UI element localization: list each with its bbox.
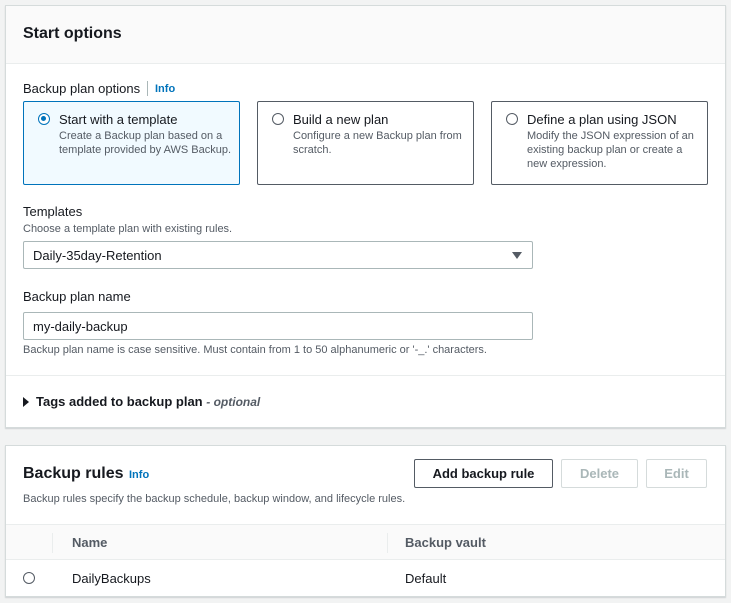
backup-plan-options-info-link[interactable]: Info — [155, 83, 175, 95]
plan-name-input[interactable] — [23, 312, 533, 340]
templates-select[interactable]: Daily-35day-Retention — [23, 241, 533, 269]
rule-vault-cell: Default — [405, 571, 447, 586]
column-header-vault[interactable]: Backup vault — [405, 535, 486, 550]
radio-define-plan-json[interactable] — [506, 113, 518, 125]
tile-build-new-plan[interactable]: Build a new plan Configure a new Backup … — [257, 101, 474, 185]
tile-title: Define a plan using JSON — [527, 112, 677, 127]
tags-expander[interactable]: Tags added to backup plan - optional — [23, 394, 260, 409]
backup-rules-panel: Backup rules Info Backup rules specify t… — [5, 445, 726, 597]
tile-title: Start with a template — [59, 112, 178, 127]
plan-name-hint: Backup plan name is case sensitive. Must… — [23, 344, 487, 356]
radio-start-with-template[interactable] — [38, 113, 50, 125]
table-header: Name Backup vault — [6, 524, 725, 560]
backup-rules-info-link[interactable]: Info — [129, 469, 149, 481]
start-options-header: Start options — [6, 6, 725, 64]
radio-build-new-plan[interactable] — [272, 113, 284, 125]
tags-label: Tags added to backup plan — [36, 394, 203, 409]
start-options-panel: Start options Backup plan options Info S… — [5, 5, 726, 428]
caret-right-icon — [23, 396, 29, 407]
caret-down-icon — [512, 252, 522, 259]
backup-plan-options-label: Backup plan options — [23, 81, 141, 96]
rule-name-cell: DailyBackups — [72, 571, 151, 586]
label-separator — [147, 81, 148, 96]
templates-select-value: Daily-35day-Retention — [33, 248, 162, 263]
row-select-radio[interactable] — [23, 572, 35, 584]
plan-name-label: Backup plan name — [23, 289, 131, 304]
backup-rules-description: Backup rules specify the backup schedule… — [23, 493, 406, 505]
tile-start-with-template[interactable]: Start with a template Create a Backup pl… — [23, 101, 240, 185]
add-backup-rule-button[interactable]: Add backup rule — [414, 459, 553, 488]
templates-label: Templates — [23, 204, 83, 219]
backup-rules-title: Backup rules — [23, 465, 124, 482]
templates-description: Choose a template plan with existing rul… — [23, 223, 233, 235]
column-divider — [52, 533, 53, 553]
edit-button[interactable]: Edit — [646, 459, 707, 488]
column-divider — [387, 533, 388, 553]
tile-description: Configure a new Backup plan from scratch… — [293, 130, 462, 156]
start-options-title: Start options — [23, 25, 122, 42]
section-divider — [6, 375, 725, 376]
optional-tag: - optional — [206, 395, 261, 409]
tile-description: Modify the JSON expression of an existin… — [527, 130, 694, 170]
tile-define-plan-json[interactable]: Define a plan using JSON Modify the JSON… — [491, 101, 708, 185]
tile-description: Create a Backup plan based on a template… — [59, 130, 232, 156]
tile-title: Build a new plan — [293, 112, 389, 127]
delete-button[interactable]: Delete — [561, 459, 638, 488]
column-header-name[interactable]: Name — [72, 535, 107, 550]
table-row[interactable]: DailyBackups Default — [6, 560, 725, 596]
